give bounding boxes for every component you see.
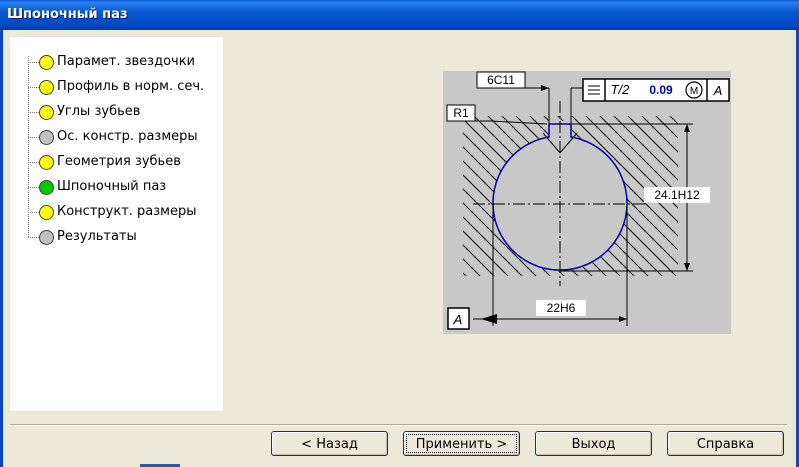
status-circle-icon (39, 130, 54, 145)
status-circle-icon (39, 55, 54, 70)
tolerance-value: 0.09 (649, 83, 673, 97)
tree-item-label: Конструкт. размеры (57, 204, 197, 219)
datum-label: A (453, 312, 463, 327)
status-circle-icon (39, 180, 54, 195)
status-circle-icon (39, 230, 54, 245)
arrow-head (684, 124, 690, 132)
tolerance-modifier: M (690, 86, 698, 97)
tree-item-label: Ос. констр. размеры (57, 129, 198, 144)
help-button[interactable]: Справка (667, 431, 784, 456)
dimension-diameter-label: 22H6 (547, 301, 576, 315)
tree-item-label: Парамет. звездочки (57, 54, 196, 69)
apply-button[interactable]: Применить > (403, 431, 520, 456)
tree-connector (28, 237, 39, 238)
tree-item-label: Геометрия зубьев (57, 154, 181, 169)
tree-item-label: Шпоночный паз (57, 179, 167, 194)
navigation-tree: Парамет. звездочки Профиль в норм. сеч. … (10, 37, 223, 411)
tolerance-datum: A (713, 83, 723, 98)
exit-button[interactable]: Выход (535, 431, 652, 456)
dimension-width-label: 6C11 (487, 73, 515, 87)
keyway-drawing: 24.1H12 22H6 A 6C11 T/2 0.09 M A R1 (446, 71, 730, 330)
tree-connector (28, 187, 39, 188)
arrow-head (619, 316, 627, 322)
back-button[interactable]: < Назад (271, 431, 388, 456)
tree-item-label: Углы зубьев (57, 104, 141, 119)
tree-item-label: Профиль в норм. сеч. (57, 79, 205, 94)
dimension-depth-label: 24.1H12 (654, 188, 700, 202)
window-border-left (0, 30, 3, 467)
status-circle-icon (39, 80, 54, 95)
tree-connector (28, 137, 39, 138)
status-circle-icon (39, 105, 54, 120)
tree-connector (28, 162, 39, 163)
status-circle-icon (39, 205, 54, 220)
tolerance-t-label: T/2 (611, 82, 631, 97)
tree-connector (28, 87, 39, 88)
title-bar[interactable]: Шпоночный паз (0, 0, 799, 30)
separator-highlight (10, 425, 787, 426)
tree-connector (28, 112, 39, 113)
status-circle-icon (39, 155, 54, 170)
tree-connector (28, 62, 39, 63)
radius-label: R1 (453, 106, 469, 120)
arrow-head (684, 263, 690, 271)
dialog-window: Шпоночный паз Парамет. звездочки Профиль… (0, 0, 799, 467)
tree-connector-line (28, 56, 29, 237)
datum-triangle (481, 314, 497, 324)
arrow-head (541, 85, 549, 91)
tree-item-label: Результаты (57, 229, 137, 244)
tree-connector (28, 212, 39, 213)
keyway-diagram: 24.1H12 22H6 A 6C11 T/2 0.09 M A R1 (443, 71, 731, 334)
window-title: Шпоночный паз (7, 7, 128, 22)
